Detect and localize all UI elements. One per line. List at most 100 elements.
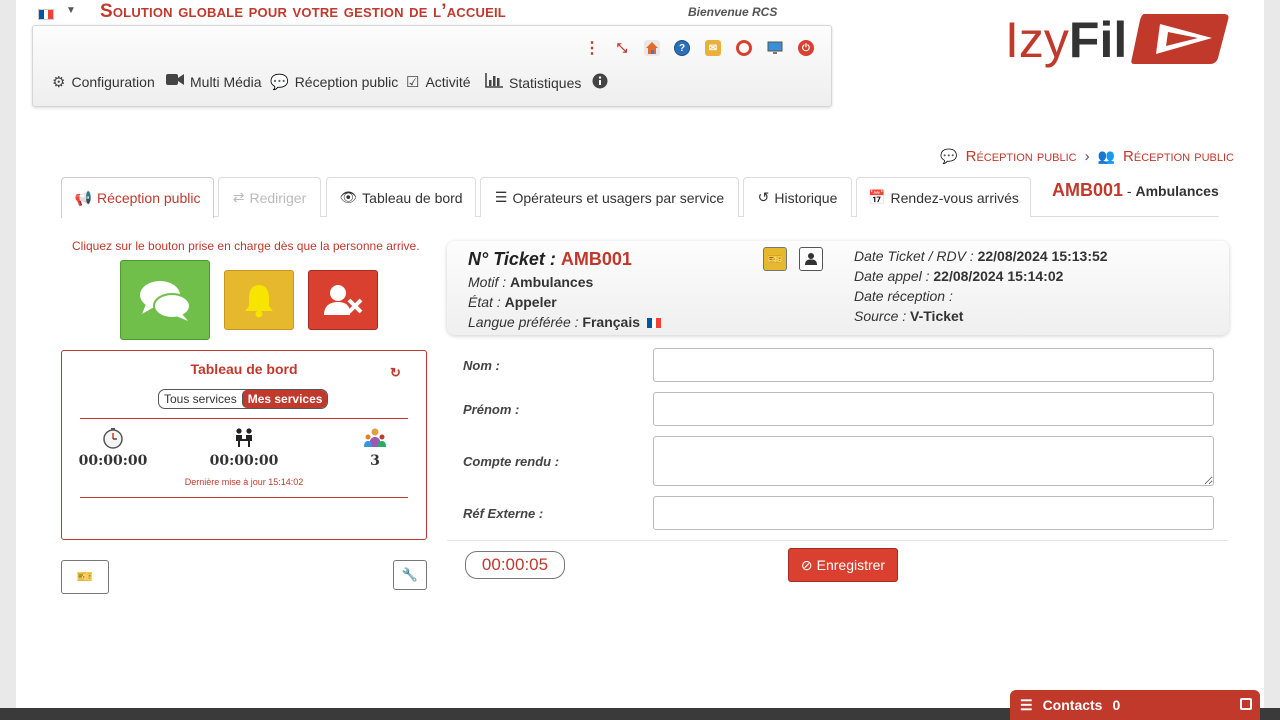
window-toggle-icon[interactable] [1240, 698, 1252, 710]
etat-label: État : [468, 294, 501, 310]
date-ticket-label: Date Ticket / RDV : [854, 248, 974, 264]
nav-activite[interactable]: ☑ Activité [406, 73, 471, 91]
source-label: Source : [854, 308, 907, 324]
chevron-down-icon[interactable]: ▼ [66, 5, 76, 16]
ticket-number-value: AMB001 [560, 249, 632, 269]
nav-statistiques-label: Statistiques [509, 74, 582, 91]
tab-reception-label: Réception public [96, 190, 201, 206]
power-icon[interactable]: ⏻ [798, 40, 814, 56]
ticket-button[interactable]: 🎫 [61, 560, 109, 594]
calendar-icon: 📅 [868, 189, 886, 205]
hint-text: Cliquez sur le bouton prise en charge dè… [72, 239, 420, 253]
tab-reception[interactable]: 📢 Réception public [61, 177, 214, 218]
home-icon[interactable] [644, 40, 660, 56]
mail-icon[interactable]: ✉ [705, 40, 721, 56]
monitor-icon[interactable] [767, 40, 783, 56]
user-remove-icon [324, 285, 363, 315]
bell-icon [245, 285, 273, 318]
ticket-motif: Motif : Ambulances [468, 274, 593, 290]
video-camera-icon [166, 73, 184, 90]
etat-value: Appeler [504, 294, 557, 310]
current-ticket-number: AMB001 [1052, 180, 1124, 200]
nav-configuration[interactable]: ⚙ Configuration [52, 73, 155, 91]
waiting-people-icon [364, 427, 386, 449]
contacts-panel-toggle[interactable]: ☰ Contacts 0 [1010, 690, 1260, 720]
tab-rdv-label: Rendez-vous arrivés [890, 189, 1019, 206]
compte-rendu-field[interactable] [653, 436, 1214, 486]
tab-historique[interactable]: ↺ Historique [743, 177, 852, 217]
refresh-icon[interactable]: ↻ [390, 365, 401, 381]
service-toggle: Tous services Mes services [158, 389, 329, 409]
shuffle-icon: ⇄ [232, 189, 245, 205]
help-icon[interactable]: ? [674, 40, 690, 56]
take-charge-button[interactable] [120, 260, 210, 340]
tab-operateurs[interactable]: ☰ Opérateurs et usagers par service [480, 177, 739, 217]
absent-button[interactable] [308, 270, 378, 330]
prenom-label: Prénom : [463, 402, 520, 417]
ticket-icon: 🎫 [76, 569, 94, 584]
tab-rdv[interactable]: 📅 Rendez-vous arrivés [856, 177, 1031, 217]
tab-historique-label: Historique [774, 189, 838, 206]
people-desk-icon [233, 427, 255, 449]
contacts-count: 0 [1112, 697, 1121, 713]
current-ticket-service: Ambulances [1135, 183, 1219, 199]
ticket-icon: 🎫 [767, 252, 783, 266]
ticket-langue: Langue préférée : Français [468, 314, 661, 330]
date-ticket-value: 22/08/2024 15:13:52 [977, 248, 1108, 264]
list-icon: ☰ [1020, 696, 1033, 713]
izyfil-logo: IzyFil [1005, 12, 1127, 68]
contacts-label: Contacts [1042, 697, 1103, 713]
logo-mark-icon [1131, 14, 1229, 64]
tab-tableau-label: Tableau de bord [362, 189, 463, 206]
waiting-count-value: 3 [370, 453, 380, 469]
toggle-my-services[interactable]: Mes services [241, 390, 328, 408]
langue-value: Français [582, 314, 641, 330]
breadcrumb-item[interactable]: Réception public [966, 148, 1077, 165]
tab-rediriger[interactable]: ⇄ Rediriger [218, 177, 321, 217]
chevron-right-icon: › [1084, 148, 1090, 165]
tab-tableau[interactable]: 👁 Tableau de bord [326, 177, 476, 217]
nav-statistiques[interactable]: Statistiques [485, 73, 581, 92]
process-time-value: 00:00:00 [209, 453, 279, 469]
settings-button[interactable]: 🔧 [393, 560, 427, 590]
minimize-icon[interactable]: ⤡ [614, 40, 630, 56]
user-details-button[interactable] [799, 247, 823, 271]
logo-text-izy: Izy [1005, 12, 1069, 68]
nom-field[interactable] [653, 348, 1214, 382]
wait-time-value: 00:00:00 [78, 453, 148, 469]
main-menu [32, 25, 832, 107]
prenom-field[interactable] [653, 392, 1214, 426]
info-icon[interactable] [592, 73, 608, 89]
date-appel-label: Date appel : [854, 268, 930, 284]
nav-reception[interactable]: 💬 Réception public [270, 73, 398, 91]
user-icon [805, 253, 817, 265]
language-flag-icon[interactable] [38, 9, 54, 20]
save-button-label: Enregistrer [816, 557, 886, 573]
app-title: Solution globale pour votre gestion de l… [100, 1, 506, 22]
wrench-icon: 🔧 [401, 567, 419, 582]
french-flag-icon [646, 318, 661, 329]
lifebuoy-icon[interactable] [736, 40, 752, 56]
bullhorn-icon: 📢 [74, 189, 92, 206]
more-vert-icon[interactable]: ⋮ [584, 40, 600, 57]
ticket-number: N° Ticket : AMB001 [468, 249, 632, 270]
tab-rediriger-label: Rediriger [249, 189, 307, 206]
toggle-all-services[interactable]: Tous services [159, 390, 242, 408]
save-button[interactable]: ⊘ Enregistrer [788, 548, 898, 582]
dashboard-title: Tableau de bord [190, 361, 298, 377]
comments-icon [140, 281, 191, 321]
compte-rendu-label: Compte rendu : [463, 454, 560, 469]
breadcrumb-item[interactable]: Réception public [1123, 148, 1234, 165]
users-icon: 👥 [1097, 148, 1116, 164]
comments-icon: 💬 [270, 74, 289, 91]
nav-reception-label: Réception public [294, 74, 399, 90]
call-timer: 00:00:05 [465, 551, 565, 579]
call-again-button[interactable] [224, 270, 294, 330]
ticket-info-panel: N° Ticket : AMB001 Motif : Ambulances Ét… [447, 241, 1229, 335]
ticket-print-button[interactable]: 🎫 [763, 247, 787, 271]
langue-label: Langue préférée : [468, 314, 579, 330]
nav-multimedia[interactable]: Multi Média [166, 73, 262, 90]
list-icon: ☰ [494, 189, 508, 205]
date-reception-label: Date réception : [854, 288, 953, 304]
ref-externe-field[interactable] [653, 496, 1214, 530]
